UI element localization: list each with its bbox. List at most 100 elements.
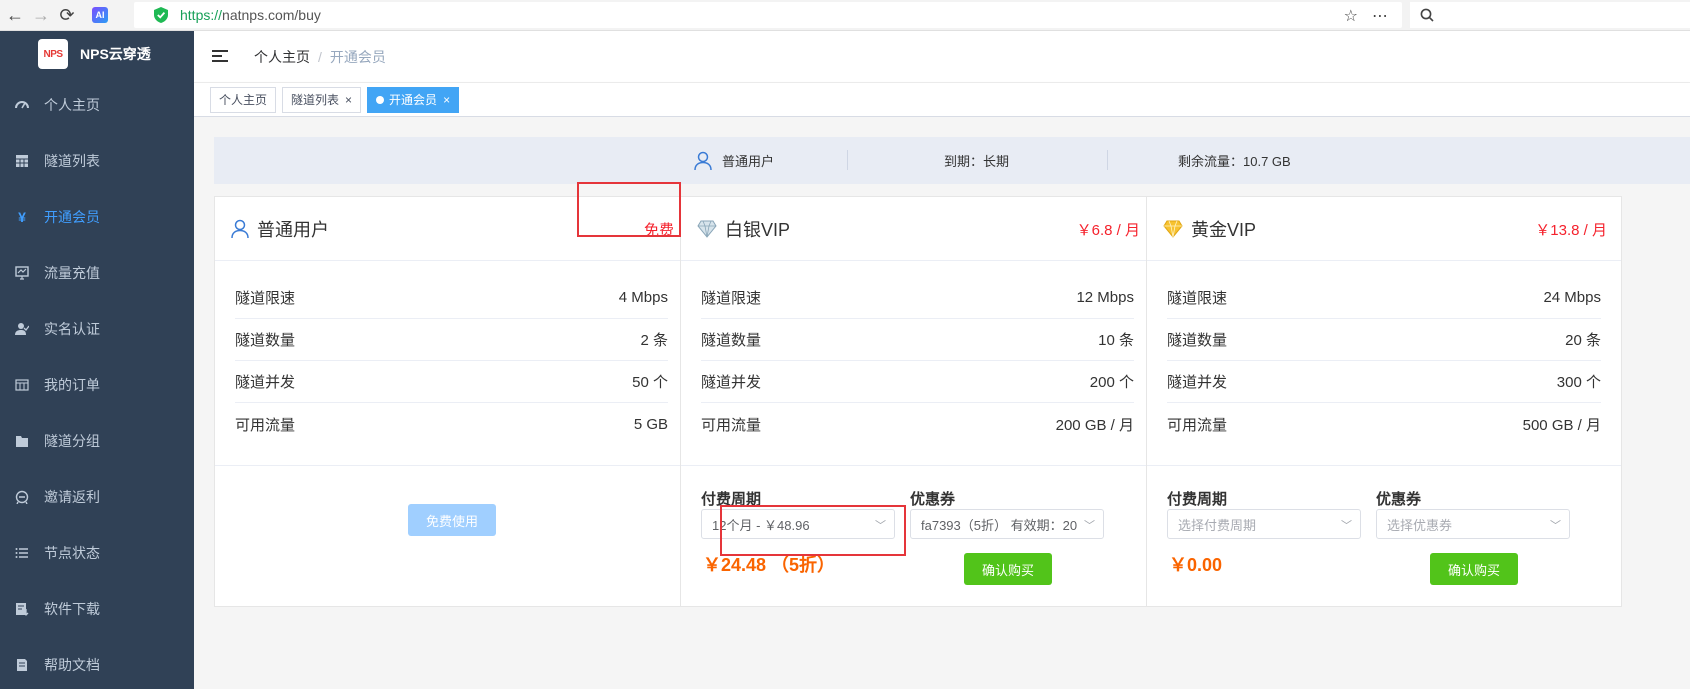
tags-view: 个人主页 隧道列表 × 开通会员 × [194,83,1690,117]
spec-row: 隧道数量 2 条 [235,319,668,361]
close-icon[interactable]: × [345,93,352,107]
period-select[interactable]: 选择付费周期 ﹀ [1167,509,1361,539]
coupon-label: 优惠券 [1376,491,1422,508]
breadcrumb-home[interactable]: 个人主页 [254,47,310,67]
spec-row: 隧道并发 200 个 [701,361,1134,403]
sidebar-item[interactable]: 流量充值 [0,245,194,301]
bookmark-star-icon[interactable]: ☆ [1344,6,1358,26]
yen-icon: ¥ [18,209,26,225]
monitor-icon [14,265,30,281]
gold-diamond-icon [1163,220,1183,238]
sidebar-item-label: 隧道列表 [44,153,100,169]
spec-row: 可用流量 200 GB / 月 [701,416,1134,434]
forward-icon[interactable]: → [30,4,52,26]
user-icon [231,219,249,238]
period-label: 付费周期 [1167,491,1228,508]
tag-tunnel-list[interactable]: 隧道列表 × [282,86,362,113]
list-icon [14,545,30,561]
address-bar[interactable]: https://natnps.com/buy ☆ ⋯ [134,2,1402,28]
spec-row: 隧道并发 300 个 [1167,361,1601,403]
confirm-buy-button[interactable]: 确认购买 [964,553,1052,585]
breadcrumb-separator: / [318,48,322,65]
spec-list: 隧道限速 4 Mbps 隧道数量 2 条 隧道并发 50 个 可用流量 5 GB [215,261,688,445]
sidebar-item-label: 实名认证 [44,321,100,337]
browser-search-box[interactable] [1410,2,1690,28]
coupon-label: 优惠券 [910,491,956,508]
docs-icon [14,657,30,673]
plan-card-free: 普通用户 免费 隧道限速 4 Mbps 隧道数量 2 条 隧道并发 50 个 可用流量… [214,196,689,607]
spec-row: 隧道数量 10 条 [701,319,1134,361]
sidebar-item-label: 节点状态 [44,545,100,561]
hamburger-icon[interactable] [212,49,230,64]
spec-row: 隧道限速 12 Mbps [701,277,1134,319]
sidebar-item[interactable]: 帮助文档 [0,637,194,689]
sidebar-item[interactable]: 节点状态 [0,525,194,581]
sidebar-item-label: 帮助文档 [44,657,100,673]
main-content: 普通用户 到期：长期 剩余流量：10.7 GB 普通用户 免费 隧道限速 4 Mb… [194,117,1690,689]
plan-price: ￥6.8 / 月 [1076,222,1140,239]
highlight-box-free-price [577,182,681,237]
highlight-box-total [720,505,906,556]
coupon-select[interactable]: fa7393（5折） 有效期：20 ﹀ [910,509,1104,539]
nps-logo: NPS [38,39,68,69]
spec-row: 隧道数量 20 条 [1167,319,1601,361]
chevron-down-icon: ﹀ [1550,520,1561,532]
user-icon [694,151,712,170]
more-icon[interactable]: ⋯ [1372,6,1388,26]
breadcrumb-current: 开通会员 [329,48,386,65]
diamond-icon [697,220,717,238]
brand[interactable]: NPS NPS云穿透 [0,31,194,77]
status-user-type: 普通用户 [694,137,774,184]
sidebar-item-label: 邀请返利 [44,489,100,505]
dashboard-icon [14,97,30,113]
spec-list: 隧道限速 12 Mbps 隧道数量 10 条 隧道并发 200 个 可用流量 200 G… [681,261,1154,445]
sidebar-item[interactable]: 软件下载 [0,581,194,637]
spec-row: 隧道并发 50 个 [235,361,668,403]
reload-icon[interactable]: ⟳ [56,4,78,26]
ai-extension-icon[interactable]: AI [92,7,108,23]
plan-price: ￥13.8 / 月 [1535,222,1607,239]
confirm-buy-button[interactable]: 确认购买 [1430,553,1518,585]
spec-list: 隧道限速 24 Mbps 隧道数量 20 条 隧道并发 300 个 可用流量 500 G… [1147,261,1621,445]
sidebar-item-label: 开通会员 [44,209,100,225]
secure-shield-icon [154,7,168,23]
spec-row: 隧道限速 4 Mbps [235,277,668,319]
active-dot-icon [376,95,385,104]
spec-row: 隧道限速 24 Mbps [1167,277,1601,319]
top-navbar: 个人主页 / 开通会员 [194,31,1690,83]
tag-home[interactable]: 个人主页 [210,86,277,113]
spec-row: 可用流量 5 GB [235,415,668,434]
plan-title: 黄金VIP [1191,219,1257,240]
back-icon[interactable]: ← [4,4,26,26]
browser-toolbar: ← → ⟳ AI https://natnps.com/buy ☆ ⋯ [0,0,1690,31]
folder-icon [14,433,30,449]
status-traffic: 剩余流量：10.7 GB [1178,154,1291,169]
sidebar-item[interactable]: 隧道列表 [0,133,194,189]
search-icon [1420,8,1434,22]
sidebar-item-label: 个人主页 [44,97,100,113]
sidebar-item[interactable]: 隧道分组 [0,413,194,469]
sidebar-item-label: 我的订单 [44,377,100,393]
tag-membership[interactable]: 开通会员 × [367,86,460,113]
plan-title: 白银VIP [725,219,791,240]
sidebar-item[interactable]: 个人主页 [0,77,194,133]
close-icon[interactable]: × [443,93,450,107]
sidebar-item[interactable]: 我的订单 [0,357,194,413]
sidebar-item-label: 软件下载 [44,601,100,617]
coupon-select[interactable]: 选择优惠券 ﹀ [1376,509,1570,539]
spec-row: 可用流量 500 GB / 月 [1167,416,1601,434]
plan-card-gold: 黄金VIP ￥13.8 / 月 隧道限速 24 Mbps 隧道数量 20 条 隧道并… [1146,196,1622,607]
chevron-down-icon: ﹀ [1341,520,1352,532]
sidebar-item[interactable]: 实名认证 [0,301,194,357]
sidebar-item[interactable]: 邀请返利 [0,469,194,525]
breadcrumb: 个人主页 / 开通会员 [254,47,386,67]
sidebar: NPS NPS云穿透 个人主页隧道列表 ¥ 开通会员流量充值实名认证我的订单隧道分组… [0,31,194,689]
user-verify-icon [14,321,30,337]
status-expire: 到期：长期 [944,154,1010,169]
sidebar-item[interactable]: ¥ 开通会员 [0,189,194,245]
total-price: ￥0.00 [1169,555,1223,575]
chevron-down-icon: ﹀ [1084,520,1095,532]
free-use-button[interactable]: 免费使用 [408,504,496,536]
gift-icon [14,489,30,505]
plan-title: 普通用户 [257,219,329,240]
